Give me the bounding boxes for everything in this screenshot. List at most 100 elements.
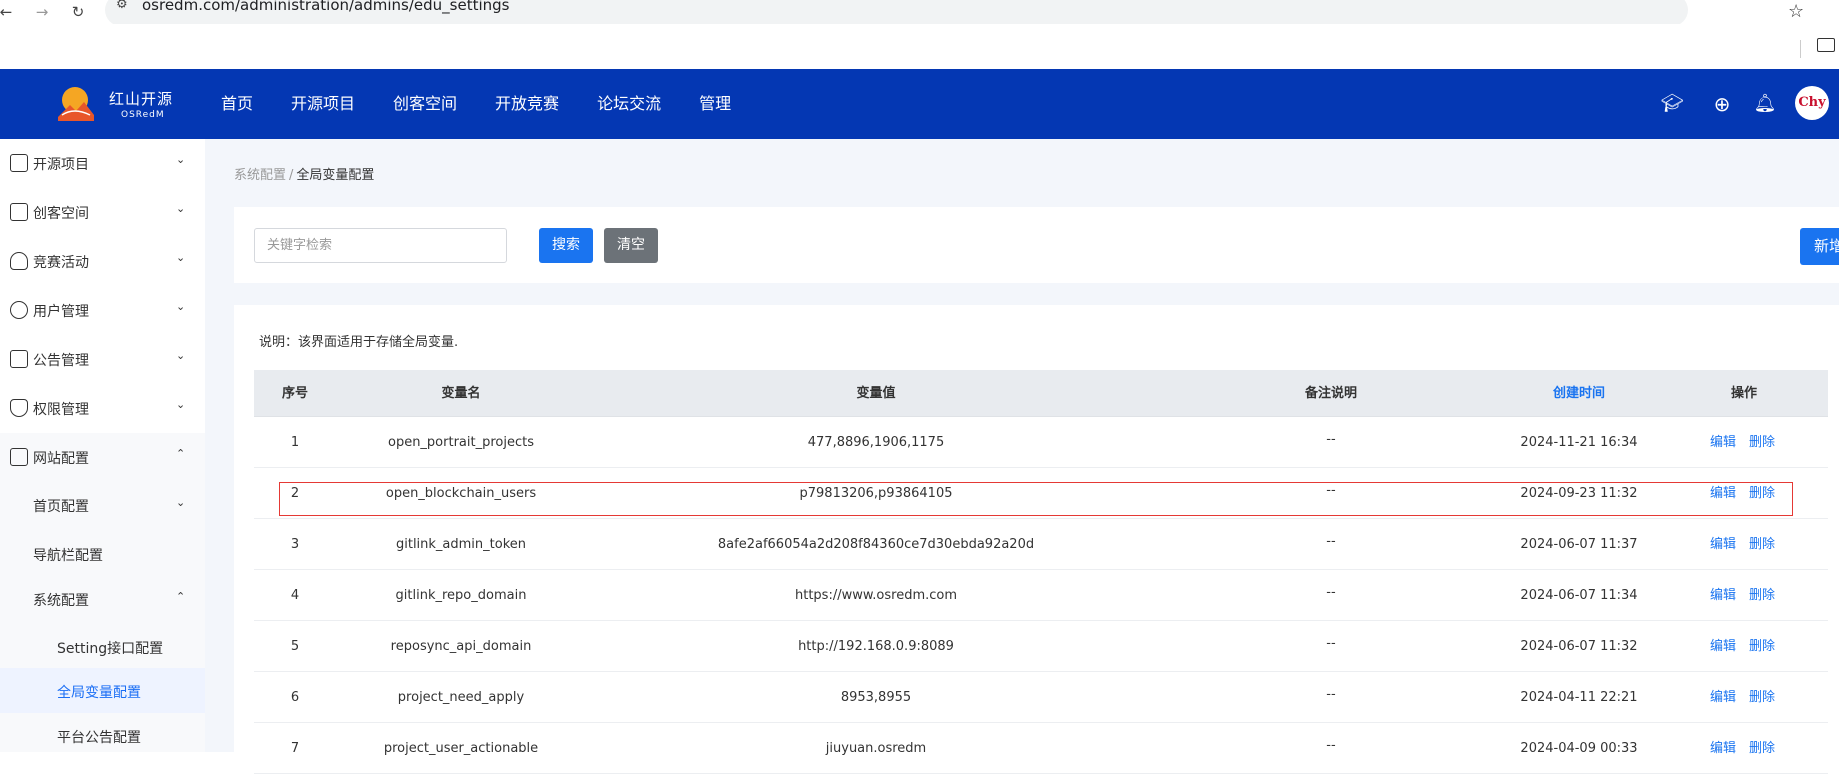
nav-maker-space[interactable]: 创客空间 [393, 69, 457, 139]
chevron-down-icon: ⌄ [176, 300, 186, 313]
delete-link[interactable]: 删除 [1749, 621, 1775, 672]
sidebar-sub-label: 导航栏配置 [33, 548, 103, 564]
add-circle-icon[interactable]: ⊕ [1710, 92, 1734, 116]
cell-no: 2 [290, 486, 300, 501]
cell-note: -- [1326, 483, 1336, 498]
sidebar-sub-platform-announcement-config[interactable]: 平台公告配置 [0, 713, 205, 758]
cell-name: reposync_api_domain [390, 639, 532, 654]
cell-value: 8afe2af66054a2d208f84360ce7d30ebda92a20d [717, 537, 1035, 552]
bell-icon[interactable]: 🔔︎ [1753, 92, 1777, 116]
logo-icon[interactable] [58, 85, 94, 121]
sidebar-item-competitions[interactable]: 竞赛活动 ⌄ [0, 237, 205, 286]
back-icon[interactable]: ← [0, 2, 16, 22]
document-icon [10, 154, 28, 172]
sidebar-item-projects[interactable]: 开源项目 ⌄ [0, 139, 205, 188]
sidebar-item-label: 公告管理 [33, 353, 89, 369]
page-description: 说明：该界面适用于存储全局变量. [259, 335, 459, 350]
delete-link[interactable]: 删除 [1749, 672, 1775, 723]
cell-name: gitlink_repo_domain [395, 588, 527, 603]
edit-link[interactable]: 编辑 [1710, 468, 1736, 519]
bookmark-divider [1800, 40, 1801, 58]
monitor-icon [10, 448, 28, 466]
edit-link[interactable]: 编辑 [1710, 417, 1736, 468]
sidebar-item-maker-space[interactable]: 创客空间 ⌄ [0, 188, 205, 237]
shield-icon [10, 399, 28, 417]
table-row: 6 project_need_apply 8953,8955 -- 2024-04-11… [254, 672, 1828, 723]
cell-value: 8953,8955 [840, 690, 912, 705]
cell-created-time: 2024-09-23 11:32 [1520, 486, 1638, 501]
cell-name: open_blockchain_users [385, 486, 537, 501]
site-info-icon[interactable]: ⚙ [116, 0, 128, 12]
breadcrumb-separator: / [289, 168, 294, 183]
cell-name: gitlink_admin_token [395, 537, 527, 552]
sidebar-item-label: 开源项目 [33, 157, 89, 173]
header-value: 变量值 [856, 386, 896, 401]
header-actions: 操作 [1730, 386, 1758, 401]
cell-no: 6 [290, 690, 300, 705]
sidebar-sub-global-variable-config[interactable]: 全局变量配置 [0, 668, 205, 713]
bookmark-star-icon[interactable]: ☆ [1788, 1, 1804, 22]
edit-link[interactable]: 编辑 [1710, 672, 1736, 723]
nav-admin[interactable]: 管理 [699, 69, 731, 139]
chevron-down-icon: ⌄ [176, 496, 186, 509]
sidebar-item-users[interactable]: 用户管理 ⌄ [0, 286, 205, 335]
table-row: 2 open_blockchain_users p79813206,p9386410… [254, 468, 1828, 519]
cell-name: open_portrait_projects [387, 435, 535, 450]
breadcrumb-parent[interactable]: 系统配置 [234, 168, 286, 183]
main-content: 系统配置 / 全局变量配置 关键字检索 搜索 清空 新增 说明：该界面适用于存储全局… [205, 139, 1839, 774]
cell-no: 7 [290, 741, 300, 756]
cell-created-time: 2024-06-07 11:37 [1520, 537, 1638, 552]
users-icon [10, 301, 28, 319]
delete-link[interactable]: 删除 [1749, 570, 1775, 621]
cell-created-time: 2024-11-21 16:34 [1520, 435, 1638, 450]
graduation-cap-icon[interactable]: 🎓︎ [1660, 92, 1684, 116]
sidebar-sub-label: 平台公告配置 [57, 730, 141, 746]
sidebar-item-label: 权限管理 [33, 402, 89, 418]
clear-button[interactable]: 清空 [604, 228, 658, 263]
header-note: 备注说明 [1304, 386, 1358, 401]
edit-link[interactable]: 编辑 [1710, 621, 1736, 672]
sidebar-sub-homepage-config[interactable]: 首页配置 ⌄ [0, 482, 205, 527]
sidebar-sub-setting-api-config[interactable]: Setting接口配置 [0, 624, 205, 669]
table-row: 3 gitlink_admin_token 8afe2af66054a2d208f8… [254, 519, 1828, 570]
sidebar-item-announcements[interactable]: 公告管理 ⌄ [0, 335, 205, 384]
nav-forum[interactable]: 论坛交流 [597, 69, 661, 139]
search-panel: 关键字检索 搜索 清空 新增 [234, 207, 1839, 283]
sidebar-item-permissions[interactable]: 权限管理 ⌄ [0, 384, 205, 433]
search-input[interactable]: 关键字检索 [254, 228, 507, 263]
header-created-time[interactable]: 创建时间 [1553, 370, 1605, 417]
sidebar-sub-label: 系统配置 [33, 593, 89, 609]
delete-link[interactable]: 删除 [1749, 468, 1775, 519]
delete-link[interactable]: 删除 [1749, 723, 1775, 774]
folder-icon[interactable] [1817, 38, 1835, 52]
sidebar-sub-label: 首页配置 [33, 499, 89, 515]
delete-link[interactable]: 删除 [1749, 417, 1775, 468]
address-bar[interactable]: ⚙ osredm.com/administration/admins/edu_s… [105, 0, 1688, 26]
sidebar-sub-system-config[interactable]: 系统配置 ⌃ [0, 576, 205, 621]
sidebar-sub-navbar-config[interactable]: 导航栏配置 [0, 531, 205, 576]
avatar[interactable]: Chy [1795, 86, 1829, 120]
nav-competitions[interactable]: 开放竞赛 [495, 69, 559, 139]
forward-icon[interactable]: → [32, 2, 52, 22]
delete-link[interactable]: 删除 [1749, 519, 1775, 570]
chevron-up-icon: ⌃ [176, 447, 186, 460]
edit-link[interactable]: 编辑 [1710, 723, 1736, 774]
sidebar-item-label: 竞赛活动 [33, 255, 89, 271]
sidebar-item-site-config[interactable]: 网站配置 ⌃ [0, 433, 205, 482]
sidebar-sub-label: 全局变量配置 [57, 685, 141, 701]
edit-link[interactable]: 编辑 [1710, 570, 1736, 621]
bookmark-bar [0, 24, 1839, 70]
nav-home[interactable]: 首页 [221, 69, 253, 139]
add-new-button[interactable]: 新增 [1800, 228, 1839, 265]
trophy-icon [10, 252, 28, 270]
cell-no: 1 [290, 435, 300, 450]
briefcase-icon [10, 350, 28, 368]
nav-projects[interactable]: 开源项目 [291, 69, 355, 139]
header-no: 序号 [281, 386, 309, 401]
logo-text[interactable]: 红山开源 OSRedM [109, 88, 173, 120]
breadcrumb: 系统配置 / 全局变量配置 [234, 164, 374, 183]
edit-link[interactable]: 编辑 [1710, 519, 1736, 570]
sidebar-sub-label: Setting接口配置 [57, 641, 164, 657]
search-button[interactable]: 搜索 [539, 228, 593, 263]
reload-icon[interactable]: ↻ [68, 2, 88, 22]
